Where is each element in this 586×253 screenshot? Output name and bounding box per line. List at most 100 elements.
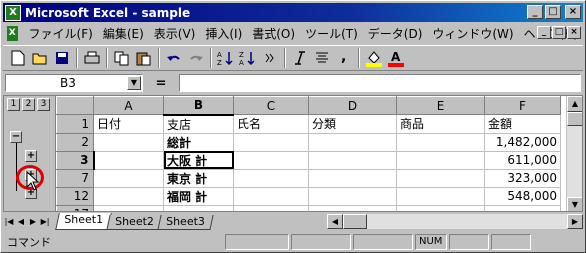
paste-icon[interactable] bbox=[133, 47, 155, 69]
cell-b12[interactable]: 福岡 計 bbox=[163, 186, 234, 206]
excel-app-icon[interactable]: X bbox=[5, 4, 21, 21]
name-box[interactable]: B3 ▼ bbox=[5, 74, 143, 92]
scroll-down-icon[interactable]: ▼ bbox=[567, 197, 582, 211]
column-header-f[interactable]: F bbox=[484, 96, 561, 115]
cell-c17[interactable] bbox=[233, 204, 309, 211]
next-sheet-icon[interactable]: ▶ bbox=[27, 215, 39, 229]
row-header[interactable]: 1 bbox=[56, 114, 94, 134]
menu-tools[interactable]: ツール(T) bbox=[300, 25, 363, 42]
cell-b17[interactable] bbox=[163, 204, 234, 211]
horizontal-scroll-thumb[interactable] bbox=[343, 214, 367, 229]
cell-a2[interactable] bbox=[93, 132, 164, 152]
cell-a3[interactable] bbox=[93, 150, 164, 170]
outline-collapse-button[interactable]: − bbox=[10, 131, 22, 143]
cell-f3[interactable]: 611,000 bbox=[484, 150, 561, 170]
font-color-icon[interactable]: A bbox=[385, 47, 407, 69]
horizontal-scrollbar[interactable]: ◀ ▶ bbox=[327, 214, 583, 229]
tab-sheet2[interactable]: Sheet2 bbox=[106, 215, 163, 230]
scroll-up-icon[interactable]: ▲ bbox=[567, 96, 582, 112]
maximize-button[interactable]: □ bbox=[545, 5, 561, 19]
vertical-scroll-thumb[interactable] bbox=[567, 112, 582, 126]
doc-restore-button[interactable]: □ bbox=[552, 26, 566, 39]
scroll-right-icon[interactable]: ▶ bbox=[567, 214, 583, 229]
cell-d2[interactable] bbox=[308, 132, 397, 152]
first-sheet-icon[interactable]: |◀ bbox=[3, 215, 15, 229]
outline-level-3-button[interactable]: 3 bbox=[37, 98, 50, 111]
row-header[interactable]: 2 bbox=[56, 132, 94, 152]
undo-icon[interactable] bbox=[163, 47, 185, 69]
cell-c7[interactable] bbox=[233, 168, 309, 188]
scroll-left-icon[interactable]: ◀ bbox=[327, 214, 343, 229]
new-icon[interactable] bbox=[7, 47, 29, 69]
print-icon[interactable] bbox=[81, 47, 103, 69]
menu-edit[interactable]: 編集(E) bbox=[98, 25, 149, 42]
menu-view[interactable]: 表示(V) bbox=[149, 25, 201, 42]
outline-expand-button-osaka[interactable]: + bbox=[25, 150, 37, 162]
select-all-corner[interactable] bbox=[56, 96, 94, 115]
comma-icon[interactable]: , bbox=[333, 47, 355, 69]
cell-f17[interactable] bbox=[484, 204, 561, 211]
close-button[interactable]: × bbox=[565, 5, 581, 19]
menu-insert[interactable]: 挿入(I) bbox=[200, 25, 247, 42]
cell-c12[interactable] bbox=[233, 186, 309, 206]
sort-desc-icon[interactable]: ZA bbox=[237, 47, 259, 69]
cell-b7[interactable]: 東京 計 bbox=[163, 168, 234, 188]
fill-color-icon[interactable] bbox=[363, 47, 385, 69]
menu-file[interactable]: ファイル(F) bbox=[24, 25, 98, 42]
menu-format[interactable]: 書式(O) bbox=[247, 25, 300, 42]
cell-e17[interactable] bbox=[396, 204, 485, 211]
cell-d3[interactable] bbox=[308, 150, 397, 170]
align-center-icon[interactable] bbox=[311, 47, 333, 69]
cell-d1[interactable]: 分類 bbox=[308, 114, 397, 134]
cell-b1[interactable]: 支店 bbox=[163, 114, 234, 134]
sort-asc-icon[interactable]: AZ bbox=[215, 47, 237, 69]
vertical-scrollbar[interactable]: ▲ ▼ bbox=[566, 96, 582, 211]
doc-close-button[interactable]: × bbox=[567, 26, 581, 39]
formula-input[interactable] bbox=[179, 74, 581, 92]
cell-a12[interactable] bbox=[93, 186, 164, 206]
last-sheet-icon[interactable]: ▶| bbox=[39, 215, 51, 229]
name-box-dropdown-icon[interactable]: ▼ bbox=[127, 76, 141, 90]
column-header-d[interactable]: D bbox=[308, 96, 397, 115]
cell-f7[interactable]: 323,000 bbox=[484, 168, 561, 188]
cell-c2[interactable] bbox=[233, 132, 309, 152]
cell-b3[interactable]: 大阪 計 bbox=[163, 150, 234, 170]
outline-level-2-button[interactable]: 2 bbox=[22, 98, 35, 111]
row-header[interactable]: 7 bbox=[56, 168, 94, 188]
edit-formula-button[interactable]: = bbox=[149, 76, 173, 91]
cell-a1[interactable]: 日付 bbox=[93, 114, 164, 134]
cell-b2[interactable]: 総計 bbox=[163, 132, 234, 152]
cell-c1[interactable]: 氏名 bbox=[233, 114, 309, 134]
document-icon[interactable]: X bbox=[7, 25, 18, 41]
column-header-b[interactable]: B bbox=[163, 96, 234, 116]
outline-level-1-button[interactable]: 1 bbox=[7, 98, 20, 111]
prev-sheet-icon[interactable]: ◀ bbox=[15, 215, 27, 229]
cell-d17[interactable] bbox=[308, 204, 397, 211]
cell-f2[interactable]: 1,482,000 bbox=[484, 132, 561, 152]
minimize-button[interactable]: _ bbox=[527, 5, 543, 19]
cell-c3[interactable] bbox=[233, 150, 309, 170]
tab-sheet3[interactable]: Sheet3 bbox=[157, 215, 214, 230]
doc-minimize-button[interactable]: _ bbox=[537, 26, 551, 39]
cell-e1[interactable]: 商品 bbox=[396, 114, 485, 134]
cell-e12[interactable] bbox=[396, 186, 485, 206]
row-header[interactable]: 3 bbox=[56, 150, 95, 170]
column-header-e[interactable]: E bbox=[396, 96, 485, 115]
menu-window[interactable]: ウィンドウ(W) bbox=[427, 25, 518, 42]
cell-a17[interactable] bbox=[93, 204, 164, 211]
cell-e7[interactable] bbox=[396, 168, 485, 188]
column-header-c[interactable]: C bbox=[233, 96, 309, 115]
cell-d7[interactable] bbox=[308, 168, 397, 188]
row-header[interactable]: 17 bbox=[56, 204, 94, 211]
title-bar[interactable]: X Microsoft Excel - sample _ □ × bbox=[3, 3, 583, 22]
italic-icon[interactable] bbox=[289, 47, 311, 69]
row-header[interactable]: 12 bbox=[56, 186, 94, 206]
cell-e2[interactable] bbox=[396, 132, 485, 152]
copy-icon[interactable] bbox=[111, 47, 133, 69]
cell-f12[interactable]: 548,000 bbox=[484, 186, 561, 206]
cell-d12[interactable] bbox=[308, 186, 397, 206]
open-icon[interactable] bbox=[29, 47, 51, 69]
redo-icon[interactable] bbox=[185, 47, 207, 69]
tab-sheet1[interactable]: Sheet1 bbox=[55, 213, 112, 230]
save-icon[interactable] bbox=[51, 47, 73, 69]
